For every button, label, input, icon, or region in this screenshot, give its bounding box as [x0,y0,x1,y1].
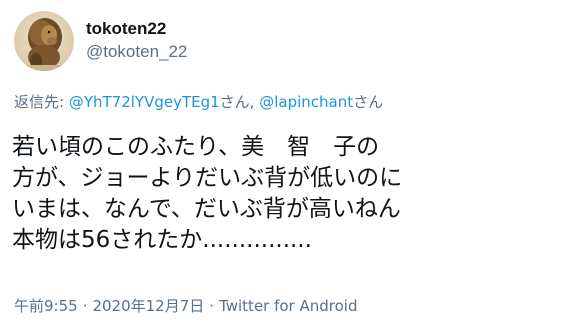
tweet-text: 若い頃のこのふたり、美 智 子の 方が、ジョーよりだいぶ背が低いのに いまは、な… [12,132,582,256]
tweet-text-line: 本物は56されたか............... [12,227,312,253]
tweet-time[interactable]: 午前9:55 [14,297,78,315]
author-names[interactable]: tokoten22 @tokoten_22 [86,18,187,64]
separator-dot: · [82,297,88,315]
mention-link-2[interactable]: @lapinchant [259,93,353,111]
user-handle[interactable]: @tokoten_22 [86,40,187,64]
reply-to-line: 返信先: @YhT72lYVgeyTEg1さん, @lapinchantさん [14,92,383,112]
avatar[interactable] [14,11,74,71]
tweet-text-line: 若い頃のこのふたり、美 智 子の [12,134,380,160]
reply-prefix: 返信先: [14,93,69,111]
tweet-metadata: 午前9:55 · 2020年12月7日 · Twitter for Android [14,296,358,316]
reply-suffix-2: さん [353,93,384,111]
tweet: tokoten22 @tokoten_22 返信先: @YhT72lYVgeyT… [0,0,587,332]
tweet-source[interactable]: Twitter for Android [219,297,357,315]
tweet-text-line: 方が、ジョーよりだいぶ背が低いのに [12,165,403,191]
mention-link-1[interactable]: @YhT72lYVgeyTEg1 [69,93,220,111]
tweet-date[interactable]: 2020年12月7日 [92,297,204,315]
reply-suffix-1: さん, [219,93,260,111]
tweet-header: tokoten22 @tokoten_22 [14,10,187,72]
display-name[interactable]: tokoten22 [86,18,187,40]
lion-avatar-icon [14,11,74,71]
tweet-text-line: いまは、なんで、だいぶ背が高いねん [12,196,401,222]
separator-dot: · [209,297,215,315]
